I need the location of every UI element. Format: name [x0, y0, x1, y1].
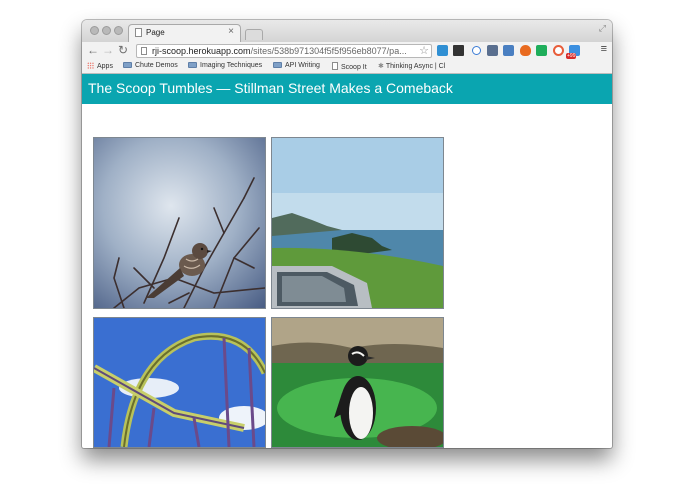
tab-page[interactable]: Page ×: [128, 24, 241, 42]
tab-close-icon[interactable]: ×: [228, 26, 234, 37]
extension-checklist-icon[interactable]: [437, 45, 448, 56]
tab-title: Page: [146, 28, 165, 37]
page-header: The Scoop Tumbles — Stillman Street Make…: [82, 74, 612, 104]
bookmark-label: Scoop It: [341, 64, 367, 71]
reload-button[interactable]: ↻: [118, 43, 128, 57]
extension-stack-icon[interactable]: [453, 45, 464, 56]
browser-toolbar: ← → ↻ rji-scoop.herokuapp.com/sites/538b…: [82, 42, 612, 60]
bookmark-star-icon[interactable]: ☆: [419, 44, 429, 57]
apps-grid-icon: [87, 62, 94, 69]
zoom-window-button[interactable]: [114, 26, 123, 35]
extension-flame-icon[interactable]: [520, 45, 531, 56]
bookmark-label: Thinking Async | Cl: [385, 63, 446, 70]
coaster-photo-image: [94, 318, 265, 447]
url-text: rji-scoop.herokuapp.com/sites/538b971304…: [152, 46, 407, 56]
photo-coaster[interactable]: [93, 317, 266, 448]
fullscreen-icon[interactable]: ⤢: [599, 23, 606, 34]
folder-icon: [188, 62, 197, 68]
folder-icon: [123, 62, 132, 68]
page-icon: [332, 62, 338, 70]
photo-coast[interactable]: [271, 137, 444, 309]
bookmark-api-writing[interactable]: API Writing: [273, 62, 320, 69]
page-icon: [141, 47, 147, 55]
bookmark-label: Apps: [97, 63, 113, 70]
new-tab-button[interactable]: [245, 29, 263, 40]
bookmark-imaging-techniques[interactable]: Imaging Techniques: [188, 62, 262, 69]
close-window-button[interactable]: [90, 26, 99, 35]
penguin-photo-image: [272, 318, 443, 447]
extension-target-icon[interactable]: [553, 45, 564, 56]
bookmark-label: Imaging Techniques: [200, 62, 263, 69]
bookmark-scoop-it[interactable]: Scoop It: [332, 62, 367, 71]
page-icon: [135, 28, 142, 37]
menu-icon[interactable]: ≡: [601, 43, 607, 55]
coast-photo-image: [272, 138, 443, 308]
browser-window: Page × ⤢ ← → ↻ rji-scoop.herokuapp.com/s…: [82, 20, 612, 448]
tab-bar: Page × ⤢: [82, 20, 612, 42]
extension-window-icon[interactable]: [487, 45, 498, 56]
bookmark-apps[interactable]: Apps: [87, 62, 113, 70]
extension-notes-icon[interactable]: [503, 45, 514, 56]
bookmark-label: API Writing: [285, 62, 320, 69]
page-title: The Scoop Tumbles — Stillman Street Make…: [88, 80, 453, 96]
extension-badge: +99: [566, 53, 577, 59]
back-button[interactable]: ←: [87, 43, 99, 57]
folder-icon: [273, 62, 282, 68]
bird-photo-image: [94, 138, 265, 308]
bookmarks-bar: Apps Chute Demos Imaging Techniques API …: [82, 60, 612, 74]
url-path: /sites/538b971304f5f5f956eb8077/pa...: [250, 46, 407, 56]
address-bar[interactable]: rji-scoop.herokuapp.com/sites/538b971304…: [136, 44, 432, 58]
forward-button[interactable]: →: [102, 43, 114, 57]
bookmark-label: Chute Demos: [135, 62, 178, 69]
extension-green-icon[interactable]: [536, 45, 547, 56]
extension-skype-icon[interactable]: [472, 46, 481, 55]
bookmark-thinking-async[interactable]: ✱ Thinking Async | Cl: [378, 62, 445, 70]
bookmark-chute-demos[interactable]: Chute Demos: [123, 62, 178, 69]
minimize-window-button[interactable]: [102, 26, 111, 35]
gear-icon: ✱: [378, 63, 384, 70]
photo-penguin[interactable]: [271, 317, 444, 448]
url-host: rji-scoop.herokuapp.com: [152, 46, 251, 56]
photo-bird[interactable]: [93, 137, 266, 309]
